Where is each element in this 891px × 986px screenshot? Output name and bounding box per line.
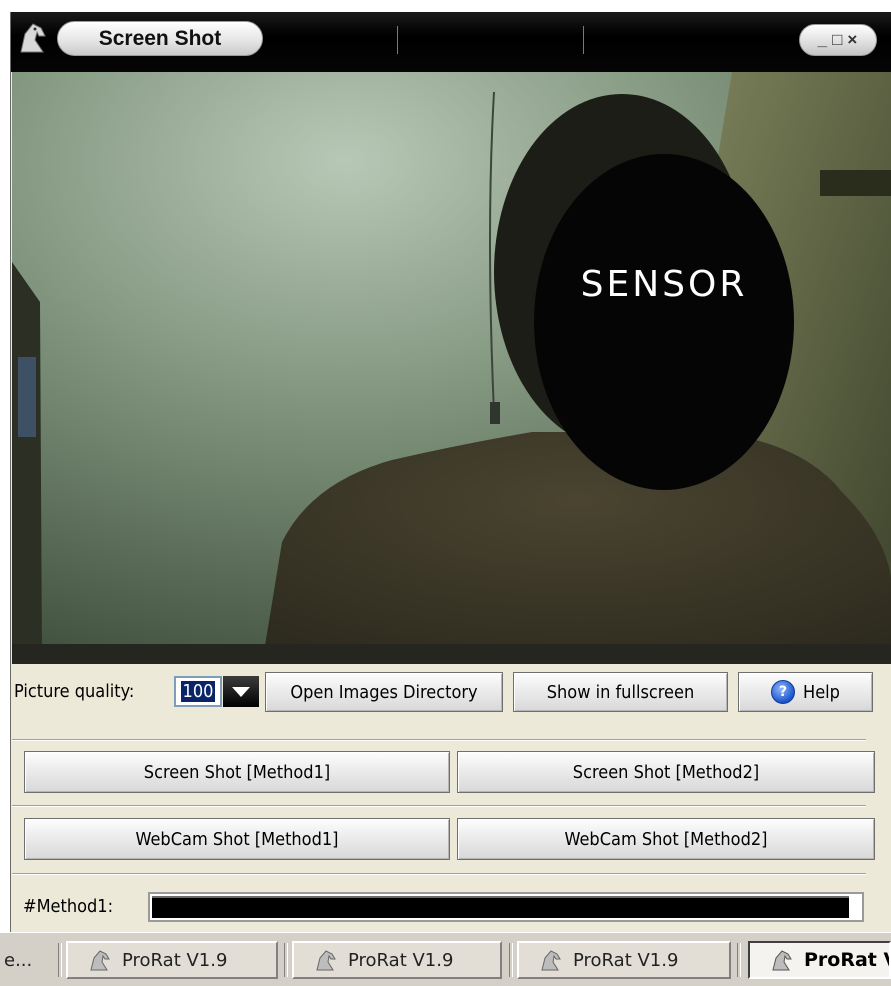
screen-shot-method2-button[interactable]: Screen Shot [Method2] — [457, 751, 875, 793]
taskbar-item-prorat-3[interactable]: ProRat V1.9 — [517, 941, 731, 979]
minimize-button[interactable]: _ — [818, 30, 828, 50]
progress-fill — [152, 896, 849, 918]
show-fullscreen-button[interactable]: Show in fullscreen — [513, 672, 728, 712]
webcam-shot-method1-button[interactable]: WebCam Shot [Method1] — [24, 818, 450, 860]
taskbar-item-label: ProRat V — [804, 949, 891, 971]
method-progress-bar — [148, 892, 864, 922]
quality-row: Picture quality: 100 Open Images Directo… — [12, 672, 873, 712]
taskbar-grip — [58, 943, 62, 977]
open-images-directory-button[interactable]: Open Images Directory — [265, 672, 503, 712]
dropdown-arrow-icon — [232, 686, 250, 697]
title-divider — [397, 26, 398, 54]
method-label: #Method1: — [23, 896, 114, 917]
window-controls: _ □ × — [799, 24, 877, 56]
webcam-picture: SENSOR — [12, 72, 891, 664]
close-button[interactable]: × — [847, 30, 858, 50]
quality-value[interactable]: 100 — [179, 680, 217, 703]
taskbar-item-label: ProRat V1.9 — [122, 949, 228, 971]
prorat-horse-icon — [772, 950, 792, 971]
censor-label: SENSOR — [581, 264, 748, 305]
help-label: Help — [803, 681, 840, 703]
divider — [12, 873, 866, 875]
title-bar[interactable]: Screen Shot _ □ × — [11, 12, 891, 72]
taskbar-grip — [284, 943, 288, 977]
screen-shot-window: Screen Shot _ □ × SENSOR — [10, 12, 891, 932]
quality-label: Picture quality: — [14, 681, 135, 702]
divider — [12, 805, 866, 807]
taskbar: e... ProRat V1.9 ProRat V1.9 ProRat V1.9… — [0, 932, 891, 986]
window-title: Screen Shot — [57, 21, 263, 56]
taskbar-item-prorat-active[interactable]: ProRat V — [748, 941, 891, 979]
maximize-button[interactable]: □ — [832, 30, 843, 50]
taskbar-item-prorat-2[interactable]: ProRat V1.9 — [292, 941, 502, 979]
taskbar-grip — [737, 943, 741, 977]
screen-shot-method1-button[interactable]: Screen Shot [Method1] — [24, 751, 450, 793]
divider — [12, 739, 866, 741]
taskbar-item-prorat-1[interactable]: ProRat V1.9 — [66, 941, 278, 979]
taskbar-item-label: ProRat V1.9 — [348, 949, 454, 971]
help-button[interactable]: ? Help — [738, 672, 873, 712]
taskbar-grip — [509, 943, 513, 977]
prorat-horse-icon — [90, 950, 110, 971]
webcam-shot-method2-button[interactable]: WebCam Shot [Method2] — [457, 818, 875, 860]
taskbar-item-label: ProRat V1.9 — [573, 949, 679, 971]
prorat-horse-icon — [316, 950, 336, 971]
prorat-horse-icon[interactable] — [15, 20, 51, 56]
help-question-icon: ? — [771, 680, 796, 704]
title-divider — [583, 26, 584, 54]
quality-dropdown-button[interactable] — [223, 676, 259, 707]
taskbar-item-truncated[interactable]: e... — [0, 941, 32, 979]
prorat-horse-icon — [541, 950, 561, 971]
quality-input[interactable]: 100 — [174, 676, 222, 707]
